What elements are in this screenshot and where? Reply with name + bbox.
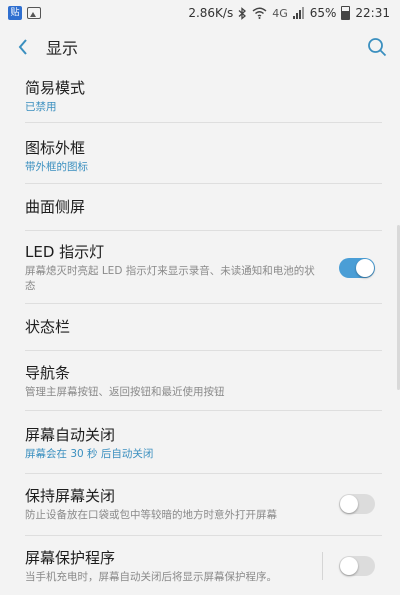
bluetooth-icon (238, 6, 247, 20)
battery-fill (342, 11, 350, 19)
search-icon (368, 38, 387, 57)
divider (25, 410, 382, 411)
setting-title: 简易模式 (25, 78, 86, 97)
setting-led-indicator[interactable]: LED 指示灯 屏幕熄灭时亮起 LED 指示灯来显示录音、未读通知和电池的状态 (0, 236, 400, 300)
setting-subtitle: 防止设备放在口袋或包中等较暗的地方时意外打开屏幕 (25, 508, 277, 521)
page-title: 显示 (46, 39, 79, 58)
network-type-label: 4G (272, 6, 288, 20)
setting-edge-screen[interactable]: 曲面侧屏 (0, 184, 400, 230)
setting-title: 曲面侧屏 (25, 198, 86, 216)
clock-time: 22:31 (355, 6, 390, 20)
status-bar-right: 2.86K/s 4G 65% 22:31 (188, 6, 390, 20)
divider (25, 535, 382, 536)
divider (25, 350, 382, 351)
divider (25, 473, 382, 474)
vertical-divider (322, 552, 323, 580)
setting-status-bar[interactable]: 状态栏 (0, 304, 400, 350)
signal-icon (292, 7, 304, 19)
setting-easy-mode[interactable]: 简易模式 已禁用 (0, 72, 400, 120)
setting-screen-timeout[interactable]: 屏幕自动关闭 屏幕会在 30 秒 后自动关闭 (0, 415, 400, 471)
toggle-knob (356, 259, 374, 277)
setting-title: 图标外框 (25, 138, 86, 157)
chevron-left-icon (18, 39, 27, 55)
setting-subtitle: 管理主屏幕按钮、返回按钮和最近使用按钮 (25, 385, 225, 398)
led-indicator-toggle[interactable] (339, 258, 375, 278)
setting-navigation-bar[interactable]: 导航条 管理主屏幕按钮、返回按钮和最近使用按钮 (0, 353, 400, 409)
search-button[interactable] (354, 26, 400, 68)
divider (25, 230, 382, 231)
network-speed: 2.86K/s (188, 6, 234, 20)
setting-icon-frames[interactable]: 图标外框 带外框的图标 (0, 128, 400, 184)
setting-title: 导航条 (25, 363, 71, 382)
setting-keep-screen-off[interactable]: 保持屏幕关闭 防止设备放在口袋或包中等较暗的地方时意外打开屏幕 (0, 476, 400, 532)
setting-title: 屏幕保护程序 (25, 548, 116, 567)
setting-subtitle: 带外框的图标 (25, 160, 88, 173)
app-header: 显示 (0, 26, 400, 68)
setting-title: 屏幕自动关闭 (25, 425, 116, 444)
setting-subtitle: 屏幕熄灭时亮起 LED 指示灯来显示录音、未读通知和电池的状态 (25, 265, 315, 292)
toggle-knob (340, 495, 358, 513)
setting-screen-saver[interactable]: 屏幕保护程序 当手机充电时，屏幕自动关闭后将显示屏幕保护程序。 (0, 538, 400, 594)
battery-percent: 65% (309, 6, 337, 20)
setting-title: 保持屏幕关闭 (25, 486, 116, 505)
keep-screen-off-toggle[interactable] (339, 494, 375, 514)
status-bar-left: 贴 (8, 6, 41, 20)
setting-title: LED 指示灯 (25, 243, 105, 261)
setting-subtitle: 已禁用 (25, 100, 57, 113)
setting-subtitle: 当手机充电时，屏幕自动关闭后将显示屏幕保护程序。 (25, 570, 277, 583)
toggle-knob (340, 557, 358, 575)
back-button[interactable] (0, 26, 46, 68)
setting-subtitle: 屏幕会在 30 秒 后自动关闭 (25, 447, 154, 460)
image-icon (27, 7, 41, 19)
setting-title: 状态栏 (25, 318, 71, 336)
screen-saver-toggle[interactable] (339, 556, 375, 576)
notification-app-icon: 贴 (8, 6, 22, 20)
status-bar: 贴 2.86K/s 4G 65% 22:31 (0, 0, 400, 26)
battery-icon (341, 6, 351, 20)
wifi-icon (252, 7, 267, 19)
divider (25, 122, 382, 123)
